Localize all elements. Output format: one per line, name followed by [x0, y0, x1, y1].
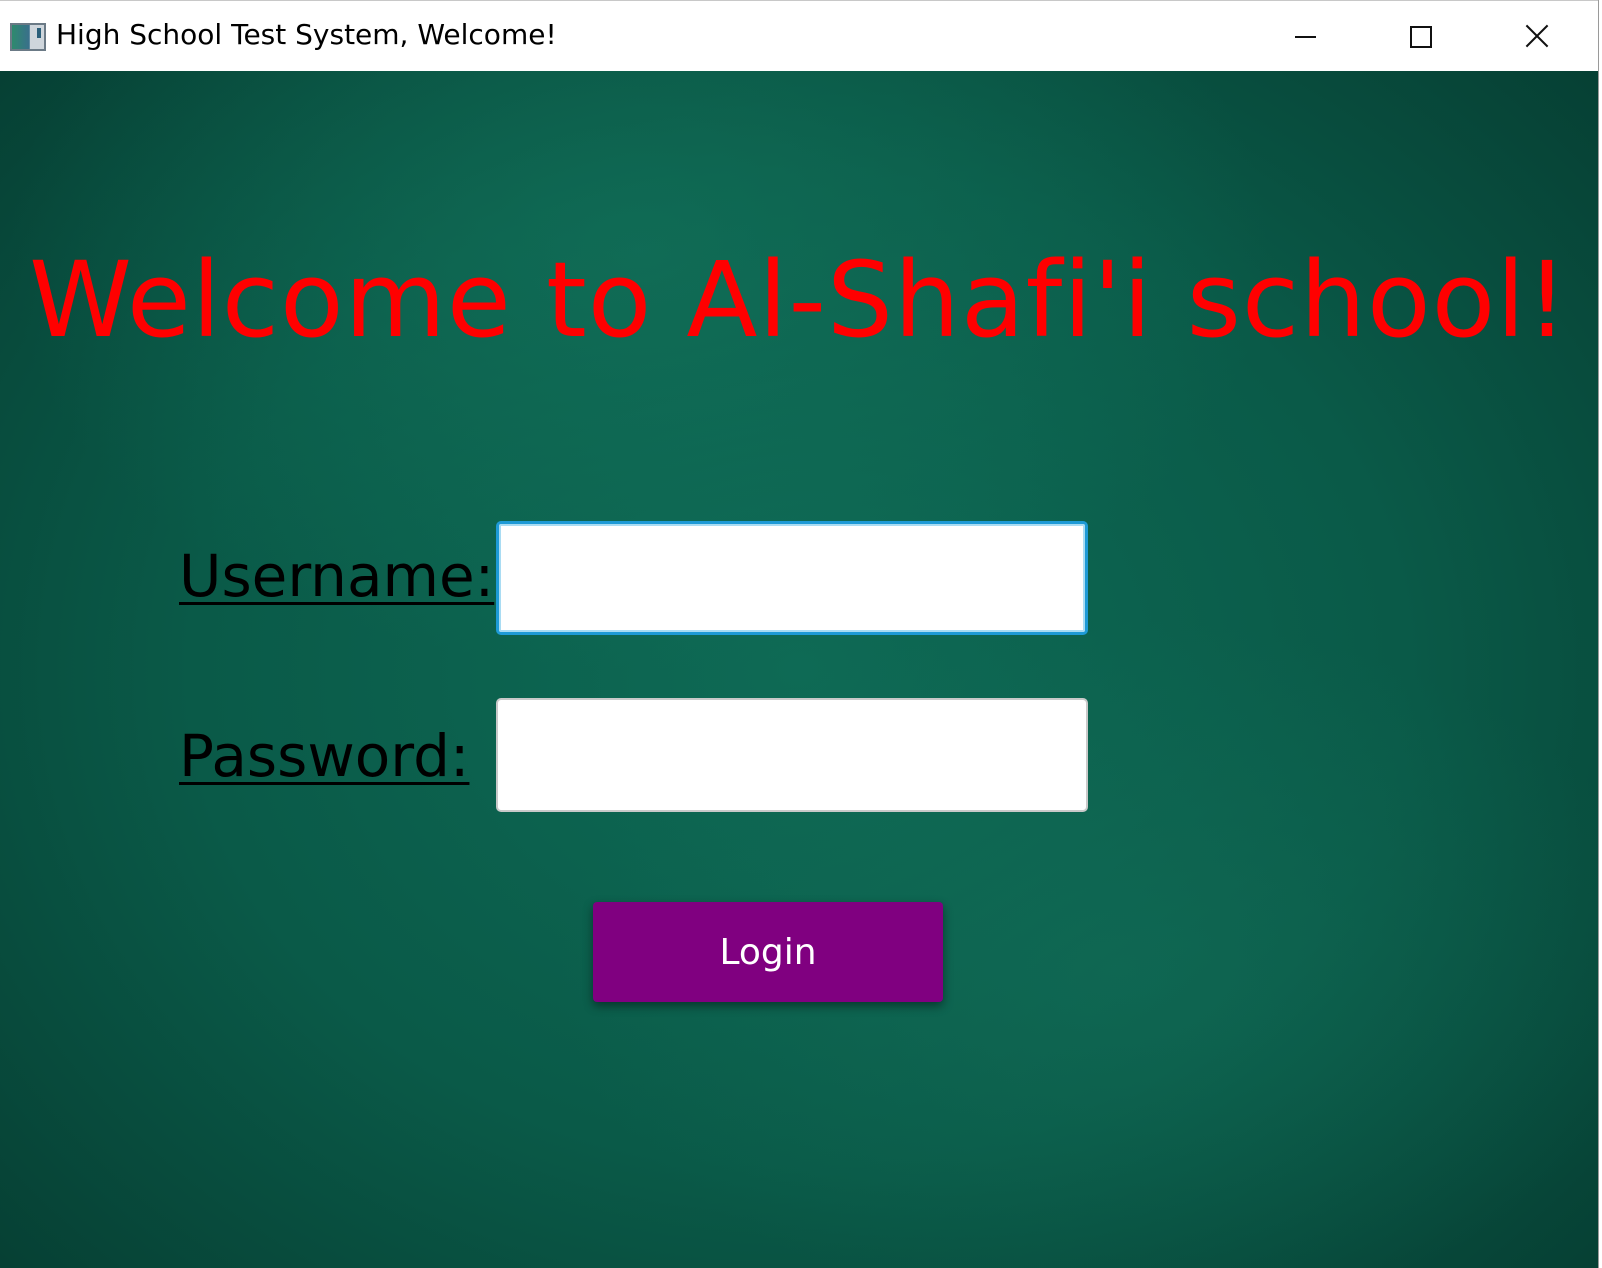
close-icon [1525, 24, 1549, 48]
username-input[interactable] [496, 521, 1088, 635]
username-label: Username: [179, 542, 495, 610]
welcome-heading: Welcome to Al-Shafi'i school! [29, 239, 1569, 361]
password-label: Password: [179, 722, 470, 790]
password-input[interactable] [496, 698, 1088, 812]
window-title: High School Test System, Welcome! [56, 18, 557, 51]
close-button[interactable] [1479, 1, 1595, 71]
maximize-button[interactable] [1363, 1, 1479, 71]
login-button[interactable]: Login [593, 902, 943, 1002]
maximize-icon [1410, 26, 1432, 48]
login-panel: Welcome to Al-Shafi'i school! Username: … [0, 71, 1598, 1268]
minimize-button[interactable] [1247, 1, 1363, 71]
app-window: High School Test System, Welcome! Welcom… [0, 0, 1599, 1268]
app-icon [10, 23, 46, 51]
title-bar[interactable]: High School Test System, Welcome! [0, 0, 1598, 71]
minimize-icon [1295, 36, 1316, 38]
